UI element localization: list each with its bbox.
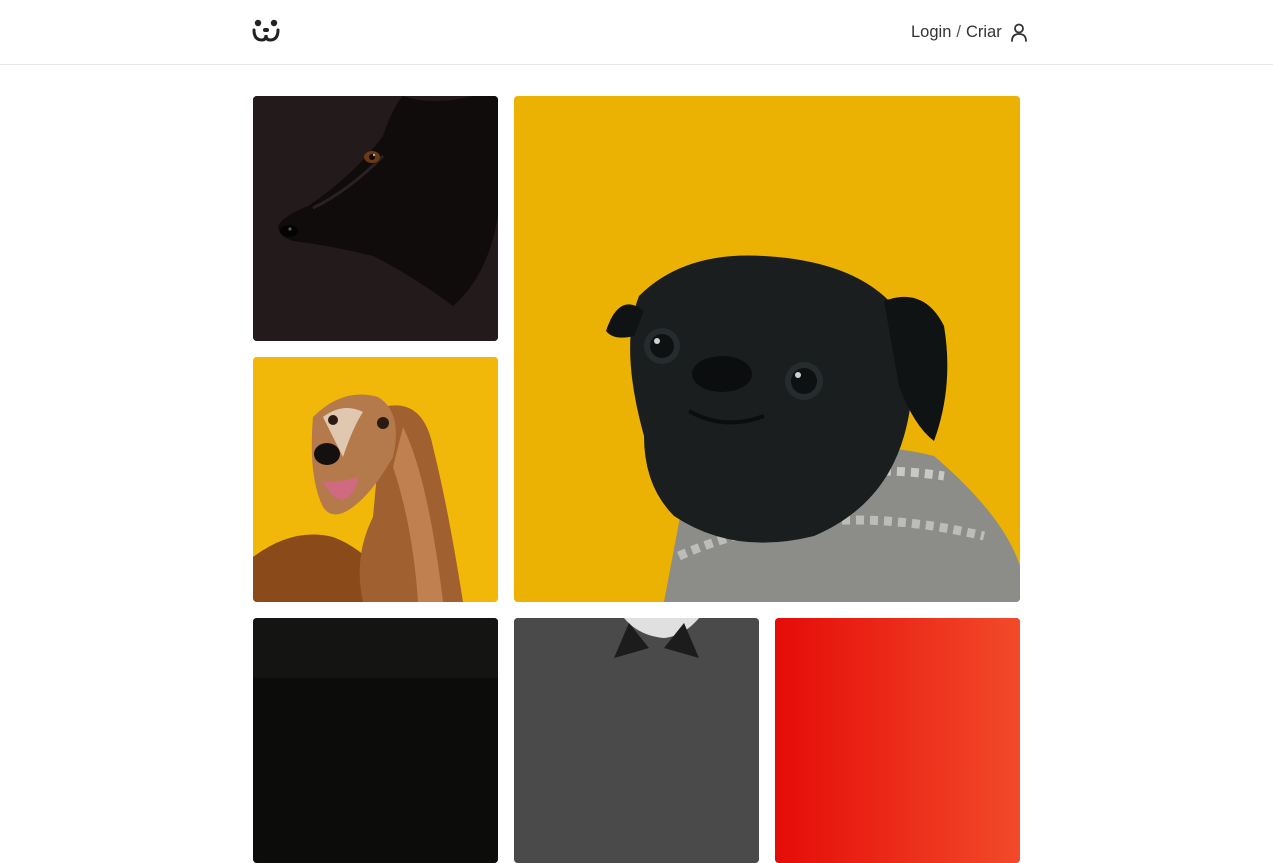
feed-photo-dark[interactable]	[253, 618, 498, 863]
dog-face-logo-icon	[252, 19, 280, 42]
login-label: Login	[911, 22, 952, 41]
separator: /	[956, 22, 961, 41]
photo-feed	[253, 96, 1020, 863]
create-label: Criar	[965, 22, 1002, 41]
red-photo-image	[775, 618, 1020, 863]
home-logo-link[interactable]	[252, 17, 282, 43]
dark-photo-image	[253, 618, 498, 863]
afghan-hound-image	[253, 357, 498, 602]
user-icon	[1010, 23, 1027, 42]
pug-image	[514, 96, 1020, 602]
feed-photo-pug[interactable]	[514, 96, 1020, 602]
feed-photo-red[interactable]	[775, 618, 1020, 863]
site-header: Login / Criar	[0, 0, 1273, 65]
black-dog-image	[253, 96, 498, 341]
feed-photo-afghan-hound[interactable]	[253, 357, 498, 602]
feed-photo-black-dog[interactable]	[253, 96, 498, 341]
feed-photo-dog-ears[interactable]	[514, 618, 759, 863]
dog-ears-image	[514, 618, 759, 863]
login-create-link[interactable]: Login / Criar	[911, 21, 1029, 43]
